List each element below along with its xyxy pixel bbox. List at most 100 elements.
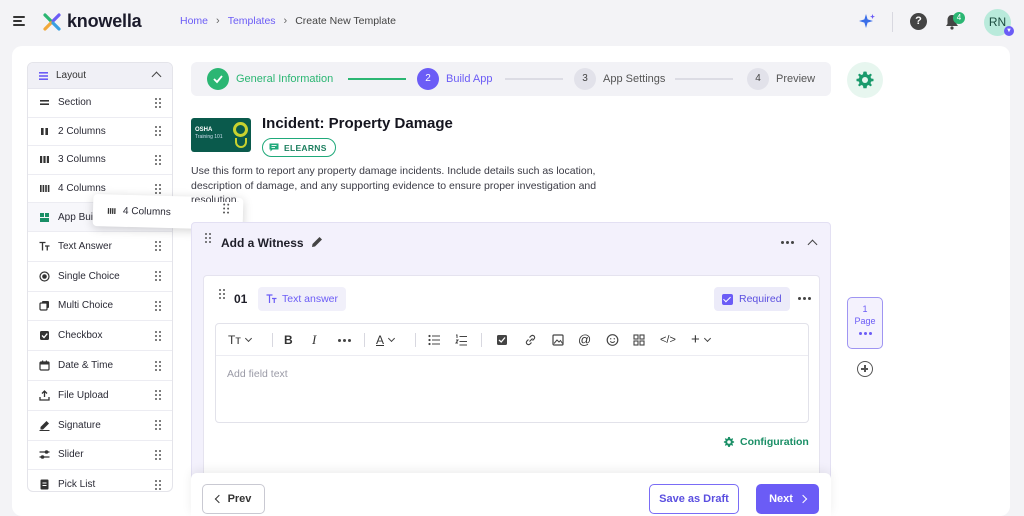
step-build-app[interactable]: 2 Build App (417, 68, 492, 90)
more-options-icon[interactable] (781, 241, 794, 244)
more-formatting-icon[interactable] (338, 339, 351, 355)
logo-line-2: Training 101 (195, 134, 223, 140)
page-label: Page (854, 316, 876, 326)
text-color-icon[interactable]: A (376, 332, 396, 348)
field-type-label: Text answer (282, 293, 339, 305)
layout-section-header[interactable]: Layout (28, 63, 172, 89)
save-as-draft-button[interactable]: Save as Draft (649, 484, 739, 514)
drag-handle-icon[interactable] (155, 97, 161, 108)
template-description: Use this form to report any property dam… (191, 165, 597, 202)
grid-icon[interactable] (633, 332, 645, 348)
sidebar-item-file-upload[interactable]: File Upload (28, 381, 172, 411)
field-number: 01 (234, 292, 248, 306)
bullet-list-icon[interactable] (428, 332, 441, 348)
next-button[interactable]: Next (756, 484, 819, 514)
drag-handle-icon[interactable] (155, 154, 161, 165)
page-indicator[interactable]: 1 Page (847, 297, 883, 349)
sidebar-item-text-answer[interactable]: Text Answer (28, 232, 172, 262)
drag-handle-icon[interactable] (155, 420, 161, 431)
code-icon[interactable]: </> (660, 332, 676, 348)
top-bar: knowella Home › Templates › Create New T… (0, 0, 1024, 44)
four-columns-icon (107, 207, 116, 214)
required-label: Required (739, 293, 782, 305)
more-options-icon[interactable] (848, 332, 882, 335)
drag-handle-icon[interactable] (155, 479, 161, 490)
step-general-information[interactable]: General Information (207, 68, 333, 90)
sidebar-item-label: Signature (58, 419, 101, 431)
mention-icon[interactable]: @ (578, 332, 591, 348)
drag-handle-icon[interactable] (155, 126, 161, 137)
settings-button[interactable] (847, 62, 883, 98)
section-header: Add a Witness (192, 223, 830, 263)
drag-handle-icon[interactable] (222, 203, 230, 214)
step-app-settings[interactable]: 3 App Settings (574, 68, 665, 90)
sidebar-item-signature[interactable]: Signature (28, 411, 172, 441)
sidebar-item-checkbox[interactable]: Checkbox (28, 321, 172, 352)
drag-handle-icon[interactable] (155, 390, 161, 401)
image-icon[interactable] (552, 332, 564, 348)
bold-icon[interactable]: B (284, 332, 293, 348)
sidebar-item-section[interactable]: Section (28, 89, 172, 118)
step-preview[interactable]: 4 Preview (747, 68, 815, 90)
check-icon (207, 68, 229, 90)
step-label: Build App (446, 73, 493, 85)
add-page-icon[interactable] (857, 361, 873, 377)
chevron-up-icon[interactable] (807, 239, 818, 250)
required-toggle[interactable]: Required (714, 287, 790, 311)
numbered-list-icon[interactable] (455, 332, 468, 348)
sidebar-item-multi-choice[interactable]: Multi Choice (28, 292, 172, 322)
step-connector (348, 78, 406, 80)
layout-sidebar: Layout Section 2 Columns 3 Columns 4 Col… (27, 62, 173, 492)
checklist-icon[interactable] (496, 332, 508, 348)
emoji-icon[interactable] (606, 332, 619, 348)
drag-handle-icon[interactable] (155, 449, 161, 460)
two-columns-icon (41, 127, 48, 135)
drag-handle-icon[interactable] (205, 233, 211, 243)
ai-sparkle-icon[interactable] (858, 13, 876, 31)
slider-icon (39, 450, 50, 460)
drag-handle-icon[interactable] (155, 330, 161, 341)
pencil-icon[interactable] (311, 236, 323, 248)
sidebar-item-single-choice[interactable]: Single Choice (28, 262, 172, 292)
sidebar-item-2-columns[interactable]: 2 Columns (28, 118, 172, 147)
text-answer-icon (39, 241, 50, 251)
sidebar-header-label: Layout (56, 70, 87, 81)
sidebar-item-pick-list[interactable]: Pick List (28, 470, 172, 491)
help-icon[interactable]: ? (910, 13, 927, 30)
insert-plus-icon[interactable]: + (691, 332, 711, 348)
drag-handle-icon[interactable] (155, 300, 161, 311)
sidebar-item-3-columns[interactable]: 3 Columns (28, 146, 172, 175)
upload-icon (39, 389, 50, 401)
four-columns-icon (40, 185, 50, 193)
app-logo[interactable]: knowella (43, 11, 142, 32)
chevron-right-icon (798, 494, 808, 504)
prev-button[interactable]: Prev (202, 484, 265, 514)
configuration-link[interactable]: Configuration (723, 436, 809, 448)
sidebar-item-date-time[interactable]: Date & Time (28, 351, 172, 381)
checkbox-checked-icon (722, 293, 733, 305)
breadcrumb-templates[interactable]: Templates (228, 15, 276, 27)
breadcrumb-home[interactable]: Home (180, 15, 208, 27)
drag-handle-icon[interactable] (219, 289, 225, 299)
chevron-down-icon[interactable]: ▼ (1004, 26, 1014, 36)
drag-handle-icon[interactable] (155, 183, 161, 194)
sidebar-item-label: File Upload (58, 389, 109, 401)
drag-handle-icon[interactable] (155, 241, 161, 252)
field-type-selector[interactable]: Text answer (258, 287, 347, 311)
chevron-up-icon[interactable] (151, 71, 162, 82)
sidebar-item-slider[interactable]: Slider (28, 441, 172, 471)
elearns-badge[interactable]: ELEARNS (262, 138, 336, 157)
section-add-a-witness: Add a Witness 01 Text answer Required Tт… (191, 222, 831, 516)
text-style-icon[interactable]: Tт (228, 332, 252, 348)
section-icon (40, 100, 49, 106)
italic-icon[interactable]: I (312, 332, 316, 348)
more-options-icon[interactable] (798, 297, 811, 300)
drag-handle-icon[interactable] (155, 360, 161, 371)
divider (415, 333, 416, 347)
collapse-menu-icon[interactable] (13, 16, 25, 26)
link-icon[interactable] (524, 332, 537, 348)
field-text-input[interactable]: Add field text (227, 368, 288, 380)
next-label: Next (769, 493, 793, 505)
drag-handle-icon[interactable] (155, 271, 161, 282)
chevron-left-icon (214, 494, 223, 504)
